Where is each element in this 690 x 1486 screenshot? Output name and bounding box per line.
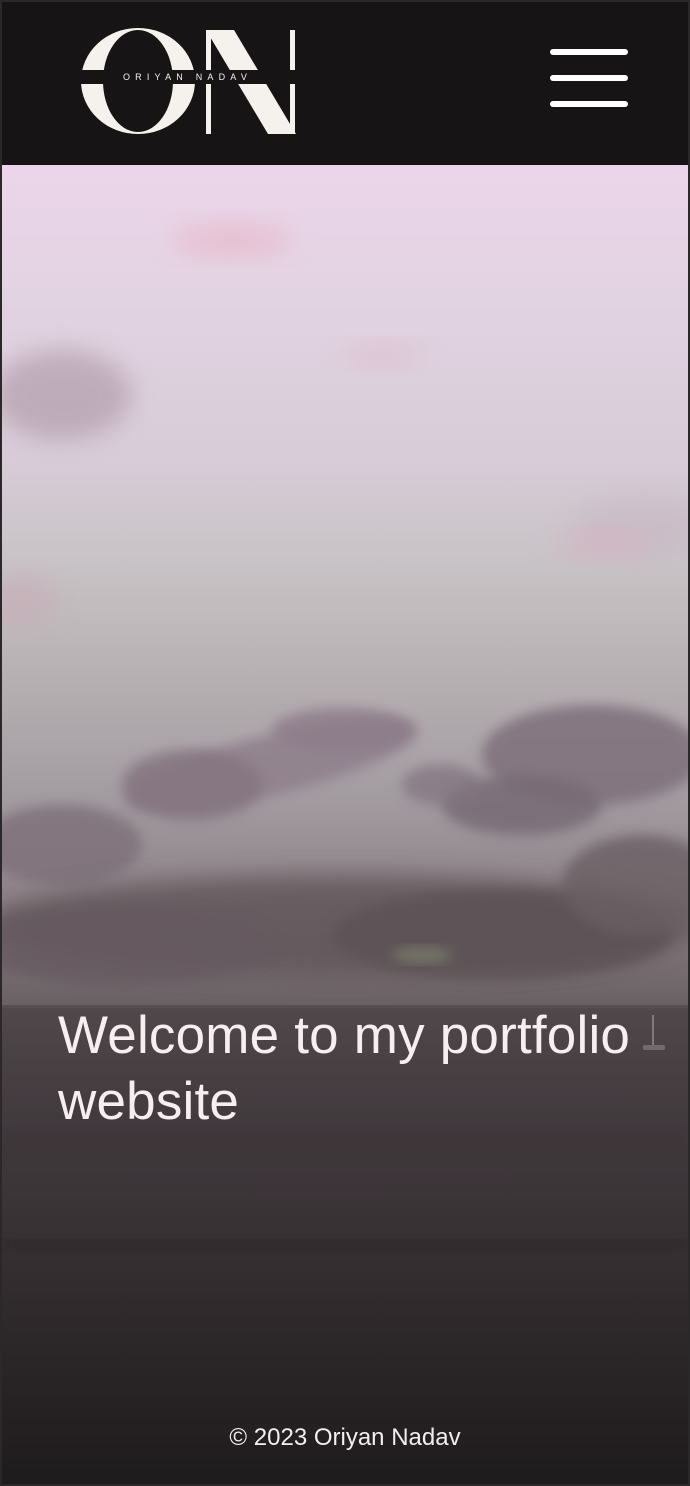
- hero-section: Welcome to my portfolio website © 2023 O…: [2, 165, 688, 1484]
- menu-line-icon: [550, 101, 628, 107]
- logo-text: ORIYAN NADAV: [122, 72, 253, 82]
- site-logo[interactable]: ORIYAN NADAV: [74, 24, 296, 138]
- menu-line-icon: [550, 49, 628, 55]
- menu-line-icon: [550, 75, 628, 81]
- copyright-text: © 2023 Oriyan Nadav: [229, 1424, 461, 1451]
- hero-title: Welcome to my portfolio website: [58, 1006, 631, 1131]
- site-header: ORIYAN NADAV: [2, 2, 688, 165]
- hero-background-image: [2, 222, 688, 1484]
- hamburger-menu-button[interactable]: [548, 46, 630, 112]
- page-frame: ORIYAN NADAV Welcome to my portfolio web…: [0, 0, 690, 1486]
